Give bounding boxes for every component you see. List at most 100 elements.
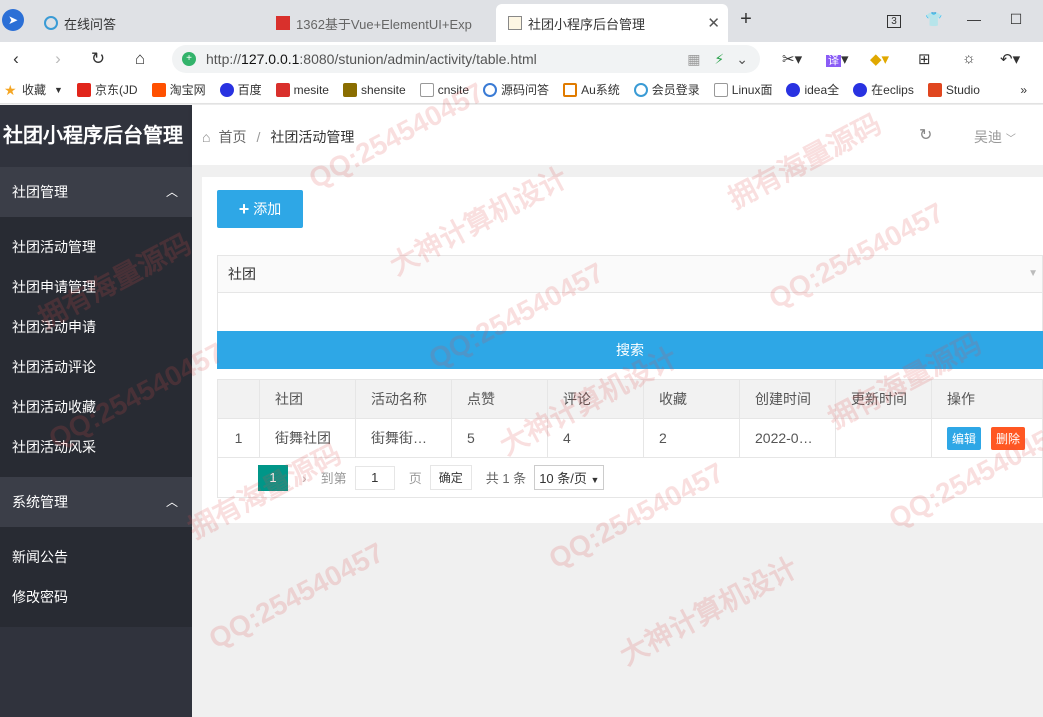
undo-icon[interactable]: ↶▾ (1000, 50, 1020, 68)
shensite-icon (342, 82, 357, 97)
breadcrumb-current: 社团活动管理 (270, 129, 355, 145)
sidebar-item-password[interactable]: 修改密码 (0, 577, 192, 617)
maximize-icon[interactable]: ☐ (1002, 8, 1030, 30)
club-select[interactable]: 社团 ▼ (217, 255, 1043, 293)
brightness-icon[interactable]: ☼ (962, 50, 976, 67)
baidu-icon (786, 82, 801, 97)
grid-icon[interactable]: ⊞ (918, 50, 931, 68)
bookmark-label: shensite (360, 82, 406, 97)
refresh-icon[interactable]: ↻ (919, 125, 932, 145)
tab-vue-project[interactable]: 1362基于Vue+ElementUI+Exp (270, 4, 492, 42)
mesite-icon (275, 82, 290, 97)
close-tab-icon[interactable]: ✕ (699, 14, 728, 32)
delete-button[interactable]: 删除 (991, 426, 1026, 450)
sidebar-item-club-apply[interactable]: 社团申请管理 (0, 267, 192, 307)
breadcrumb-separator: / (256, 129, 261, 145)
goto-label: 到第 (320, 471, 347, 486)
bookmark-item[interactable]: Linux面 (713, 81, 772, 98)
tab-favicon-icon (508, 16, 522, 30)
tab-online-qa[interactable]: 在线问答 (40, 4, 260, 42)
page-size-select[interactable]: 10 条/页 ▼ (534, 465, 605, 490)
sidebar-item-activity-apply[interactable]: 社团活动申请 (0, 307, 192, 347)
bookmark-item[interactable]: 在eclips (853, 81, 914, 98)
address-bar[interactable]: + http://127.0.0.1:8080/stunion/admin/ac… (172, 45, 760, 73)
reload-icon[interactable]: ↻ (86, 48, 110, 70)
home-icon[interactable]: ⌂ (128, 48, 152, 70)
cell-created: 2022-0… (739, 418, 836, 458)
sidebar-item-activity-favorite[interactable]: 社团活动收藏 (0, 387, 192, 427)
qr-icon[interactable]: ▦ (687, 51, 700, 68)
bookmark-item[interactable]: Au系统 (563, 81, 620, 98)
bookmark-label: 京东(JD (94, 83, 138, 97)
confirm-page-button[interactable]: 确定 (429, 465, 472, 490)
bookmark-item[interactable]: 淘宝网 (151, 81, 206, 98)
sidebar-item-activity-comment[interactable]: 社团活动评论 (0, 347, 192, 387)
skin-icon[interactable]: 👕 (920, 8, 948, 30)
tab-title: 在线问答 (64, 16, 117, 32)
row-index: 1 (217, 418, 260, 458)
bookmark-item[interactable]: 会员登录 (633, 81, 700, 98)
column-header: 社团 (259, 379, 356, 419)
back-icon[interactable]: ‹ (4, 48, 28, 70)
page-header: ⌂ 首页 / 社团活动管理 ↻ 吴迪 ﹀ (192, 105, 1043, 165)
main-content: + 添加 社团 ▼ 搜索 社团 活动名称 点赞 评论 收藏 创建时间 更新时间 … (192, 165, 1043, 717)
bookmark-item[interactable]: 京东(JD (76, 81, 138, 98)
user-name: 吴迪 (974, 129, 1002, 145)
table-row: 1 街舞社团 街舞街… 5 4 2 2022-0… 编辑 删除 (217, 418, 1043, 458)
tab-count-icon[interactable]: 3 (880, 8, 908, 30)
bookmark-label: Studio (945, 82, 980, 97)
minimize-icon[interactable]: — (960, 8, 988, 30)
chevron-up-icon: ︿ (165, 495, 178, 509)
caret-down-icon: ▼ (1028, 268, 1038, 279)
bookmark-item[interactable]: 源码问答 (483, 81, 549, 98)
tab-admin[interactable]: 社团小程序后台管理 ✕ (496, 4, 728, 42)
bookmark-label: cnsite (437, 82, 470, 97)
column-header: 活动名称 (355, 379, 452, 419)
translate-label: 译 (826, 55, 841, 67)
jd-icon (76, 82, 91, 97)
new-tab-icon[interactable]: + (732, 8, 760, 30)
sidebar-item-activity-style[interactable]: 社团活动风采 (0, 427, 192, 467)
sidebar-item-activity-manage[interactable]: 社团活动管理 (0, 227, 192, 267)
home-icon[interactable]: ⌂ (202, 129, 210, 145)
coin-icon[interactable]: ◆▾ (870, 50, 889, 68)
menu-group-club[interactable]: 社团管理 ︿ (0, 167, 192, 217)
cell-updated (835, 418, 932, 458)
bookmark-label: Au系统 (581, 83, 620, 97)
menu-group-system[interactable]: 系统管理 ︿ (0, 477, 192, 527)
next-page-icon[interactable]: › (302, 470, 307, 486)
browser-app-icon[interactable]: ➤ (2, 9, 24, 31)
bookmark-item[interactable]: idea全 (786, 81, 839, 98)
studio-icon (927, 82, 942, 97)
speed-icon[interactable]: ⚡ (714, 51, 724, 68)
tab-favicon-icon (276, 16, 290, 30)
more-bookmarks-icon[interactable]: » (1020, 83, 1027, 97)
forward-icon[interactable]: › (46, 48, 70, 70)
bookmarks-bar: ★ 收藏 ▼ 京东(JD 淘宝网 百度 mesite shensite cnsite… (0, 76, 1043, 104)
page-icon (419, 82, 434, 97)
bookmark-item[interactable]: cnsite (419, 82, 470, 97)
page-current[interactable]: 1 (258, 464, 288, 491)
page-input[interactable]: 1 (354, 465, 395, 490)
user-menu[interactable]: 吴迪 ﹀ (974, 127, 1016, 147)
add-button[interactable]: + 添加 (217, 190, 303, 228)
edit-button[interactable]: 编辑 (947, 426, 982, 450)
column-header: 收藏 (643, 379, 740, 419)
dropdown-icon[interactable]: ⌄ (736, 51, 748, 68)
translate-icon[interactable]: 译 ▾ (826, 50, 849, 68)
scissors-icon[interactable]: ✂▾ (782, 50, 802, 68)
bookmark-item[interactable]: shensite (342, 82, 406, 97)
sidebar-item-news[interactable]: 新闻公告 (0, 537, 192, 577)
bookmark-item[interactable]: mesite (275, 82, 329, 97)
search-button[interactable]: 搜索 (217, 331, 1043, 369)
bookmark-item[interactable]: Studio (927, 82, 980, 97)
cell-comments: 4 (547, 418, 644, 458)
bookmark-item[interactable]: 百度 (219, 81, 262, 98)
url-host: 127.0.0.1 (241, 51, 300, 67)
bookmark-label: 在eclips (871, 83, 914, 97)
table-header-row: 社团 活动名称 点赞 评论 收藏 创建时间 更新时间 操作 (217, 379, 1043, 419)
bookmark-item[interactable]: ★ 收藏 ▼ (4, 81, 63, 98)
taobao-icon (151, 82, 166, 97)
breadcrumb-home[interactable]: 首页 (218, 127, 246, 147)
chevron-up-icon: ︿ (165, 185, 178, 199)
